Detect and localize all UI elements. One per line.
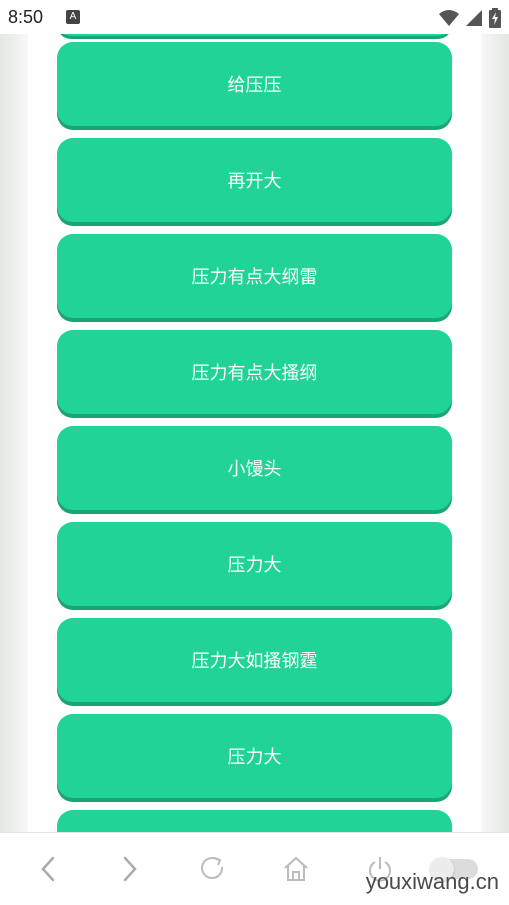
sound-button-7[interactable]: 压力大如搔钢霆	[57, 618, 452, 702]
home-icon	[284, 856, 308, 881]
sound-button-label: 压力大	[227, 747, 282, 768]
sound-button-label: 再开大	[227, 171, 282, 192]
partial-button-top[interactable]	[57, 34, 452, 36]
sound-button-9[interactable]	[57, 810, 452, 832]
sound-button-label: 小馒头	[227, 459, 282, 480]
forward-icon	[123, 856, 137, 882]
status-icons	[439, 8, 501, 28]
sound-button-label: 压力大	[227, 555, 282, 576]
forward-button[interactable]	[112, 851, 148, 887]
sound-button-label: 压力有点大搔纲	[191, 363, 318, 384]
sound-button-label: 压力有点大纲雷	[191, 267, 318, 288]
content-area[interactable]: 给压压 再开大 压力有点大纲雷 压力有点大搔纲 小馒头 压力大 压力大如搔钢霆 …	[28, 34, 481, 832]
watermark-text: youxiwang.cn	[365, 869, 499, 894]
sound-button-label: 压力大如搔钢霆	[191, 651, 318, 672]
signal-icon	[466, 10, 482, 26]
sound-button-6[interactable]: 压力大	[57, 522, 452, 606]
sound-button-4[interactable]: 压力有点大搔纲	[57, 330, 452, 414]
status-time: 8:50	[8, 7, 44, 27]
notification-a-icon: A	[66, 10, 80, 24]
sound-button-2[interactable]: 再开大	[57, 138, 452, 222]
back-button[interactable]	[30, 851, 66, 887]
sound-button-5[interactable]: 小馒头	[57, 426, 452, 510]
side-margin-left	[0, 34, 28, 832]
refresh-icon	[201, 857, 224, 879]
sound-button-3[interactable]: 压力有点大纲雷	[57, 234, 452, 318]
refresh-button[interactable]	[195, 851, 231, 887]
wifi-icon	[439, 10, 459, 26]
sound-button-1[interactable]: 给压压	[57, 42, 452, 126]
side-margin-right	[481, 34, 509, 832]
sound-button-label: 给压压	[227, 75, 282, 96]
status-bar: 8:50 A	[0, 0, 509, 34]
sound-button-8[interactable]: 压力大	[57, 714, 452, 798]
button-list: 给压压 再开大 压力有点大纲雷 压力有点大搔纲 小馒头 压力大 压力大如搔钢霆 …	[57, 42, 452, 832]
back-icon	[41, 856, 55, 882]
battery-charging-icon	[489, 8, 501, 28]
browser-bottom-bar: youxiwang.cn	[0, 832, 509, 905]
home-button[interactable]	[278, 851, 314, 887]
